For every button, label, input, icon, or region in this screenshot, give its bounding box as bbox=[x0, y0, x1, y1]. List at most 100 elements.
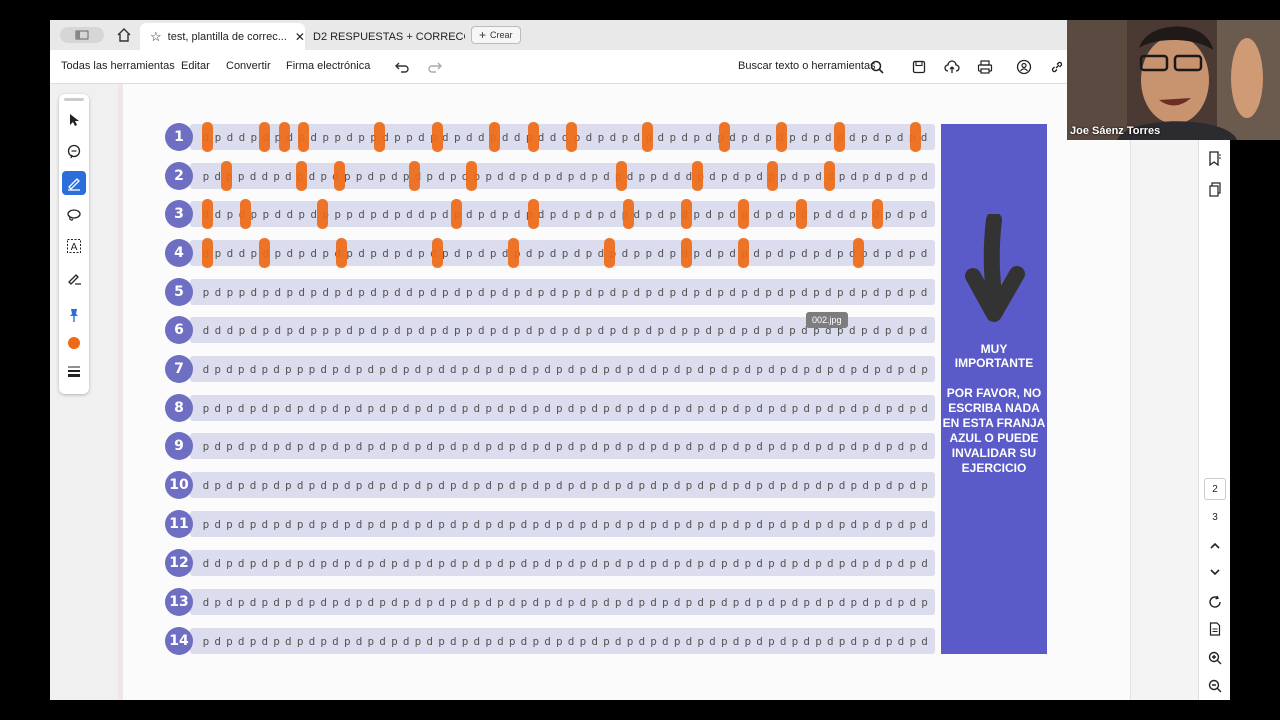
answer-letter: d bbox=[650, 478, 657, 492]
highlight-mark[interactable] bbox=[220, 161, 232, 191]
answer-letter: d bbox=[237, 556, 245, 570]
save-icon[interactable] bbox=[908, 56, 930, 78]
page-document-icon[interactable] bbox=[1205, 619, 1225, 639]
highlight-mark[interactable] bbox=[202, 122, 213, 152]
highlight-mark[interactable] bbox=[623, 199, 635, 229]
zoom-in-icon[interactable] bbox=[1205, 648, 1225, 668]
answer-letter: p bbox=[673, 517, 681, 531]
home-icon[interactable] bbox=[113, 24, 135, 46]
tab-plantilla[interactable]: ☆ test, plantilla de correc... ✕ bbox=[140, 23, 305, 50]
highlight-mark[interactable] bbox=[508, 238, 520, 268]
menu-esign[interactable]: Firma electrónica bbox=[286, 60, 370, 72]
signature-icon[interactable] bbox=[62, 266, 86, 290]
highlight-mark[interactable] bbox=[431, 238, 443, 268]
bookmark-icon[interactable] bbox=[1205, 149, 1225, 169]
highlight-mark[interactable] bbox=[297, 122, 309, 152]
highlight-mark[interactable] bbox=[296, 161, 308, 191]
pin-icon[interactable] bbox=[62, 303, 86, 327]
drag-handle[interactable] bbox=[64, 98, 84, 101]
highlight-mark[interactable] bbox=[767, 161, 779, 191]
undo-icon[interactable] bbox=[391, 56, 413, 78]
answer-letter: p bbox=[508, 401, 516, 415]
highlight-mark[interactable] bbox=[409, 161, 421, 191]
highlight-mark[interactable] bbox=[680, 238, 692, 268]
highlight-mark[interactable] bbox=[316, 199, 328, 229]
answer-letter: p bbox=[438, 517, 445, 531]
star-icon[interactable]: ☆ bbox=[150, 29, 162, 45]
highlight-mark[interactable] bbox=[240, 199, 252, 229]
highlight-mark[interactable] bbox=[336, 238, 348, 268]
refresh-icon[interactable] bbox=[1205, 592, 1225, 612]
answer-letter: d bbox=[591, 556, 598, 570]
highlight-mark[interactable] bbox=[278, 122, 290, 152]
link-icon[interactable] bbox=[1046, 56, 1068, 78]
highlight-mark[interactable] bbox=[259, 238, 271, 268]
stroke-width-icon[interactable] bbox=[62, 359, 86, 383]
highlight-mark[interactable] bbox=[604, 238, 616, 268]
comment-icon[interactable] bbox=[62, 140, 86, 164]
close-icon[interactable]: ✕ bbox=[295, 30, 305, 44]
share-person-icon[interactable] bbox=[1013, 56, 1035, 78]
highlight-mark[interactable] bbox=[333, 161, 345, 191]
highlight-mark[interactable] bbox=[738, 238, 750, 268]
answer-letter: d bbox=[473, 634, 481, 648]
highlight-mark[interactable] bbox=[795, 199, 807, 229]
highlight-mark[interactable] bbox=[833, 122, 845, 152]
select-cursor-icon[interactable] bbox=[62, 108, 86, 132]
print-icon[interactable] bbox=[974, 56, 996, 78]
page-thumb-3[interactable]: 3 bbox=[1204, 506, 1226, 528]
window-menu-button[interactable] bbox=[60, 27, 104, 43]
highlight-mark[interactable] bbox=[527, 122, 539, 152]
menu-convert[interactable]: Convertir bbox=[226, 60, 271, 72]
pages-icon[interactable] bbox=[1205, 180, 1225, 200]
answer-letter: d bbox=[367, 169, 375, 183]
highlight-mark[interactable] bbox=[718, 122, 730, 152]
answer-letter: d bbox=[391, 169, 398, 183]
highlight-mark[interactable] bbox=[738, 199, 750, 229]
answer-letter: p bbox=[709, 478, 716, 492]
search-icon[interactable] bbox=[866, 56, 888, 78]
highlight-mark[interactable] bbox=[853, 238, 865, 268]
tab-respuestas[interactable]: D2 RESPUESTAS + CORRECCI... bbox=[305, 23, 465, 50]
color-picker-swatch[interactable] bbox=[62, 331, 86, 355]
highlight-mark[interactable] bbox=[431, 122, 443, 152]
create-button[interactable]: + Crear bbox=[471, 26, 521, 44]
answer-letter: p bbox=[296, 517, 304, 531]
text-box-icon[interactable]: A bbox=[62, 234, 86, 258]
answer-letter: d bbox=[720, 362, 728, 376]
highlight-mark[interactable] bbox=[776, 122, 788, 152]
answer-letter: p bbox=[603, 439, 610, 453]
highlight-mark[interactable] bbox=[202, 199, 213, 229]
highlight-mark[interactable] bbox=[872, 199, 884, 229]
menu-edit[interactable]: Editar bbox=[181, 60, 210, 72]
lasso-icon[interactable] bbox=[62, 203, 86, 227]
redo-icon[interactable] bbox=[424, 56, 446, 78]
highlight-mark[interactable] bbox=[202, 238, 213, 268]
menu-all-tools[interactable]: Todas las herramientas bbox=[61, 60, 175, 72]
highlight-mark[interactable] bbox=[823, 161, 835, 191]
highlight-mark[interactable] bbox=[910, 122, 922, 152]
chevron-up-icon[interactable] bbox=[1205, 536, 1225, 556]
highlight-mark[interactable] bbox=[680, 199, 692, 229]
answer-letter: d bbox=[815, 169, 822, 183]
highlight-mark[interactable] bbox=[489, 122, 501, 152]
highlight-mark[interactable] bbox=[527, 199, 539, 229]
cloud-upload-icon[interactable] bbox=[941, 56, 963, 78]
answer-letter: p bbox=[908, 207, 916, 221]
search-tools-label[interactable]: Buscar texto o herramientas bbox=[738, 60, 876, 72]
highlight-mark[interactable] bbox=[642, 122, 654, 152]
highlight-mark[interactable] bbox=[450, 199, 462, 229]
answer-letter: p bbox=[508, 362, 516, 376]
answer-letter: p bbox=[638, 169, 646, 183]
answer-letter: p bbox=[884, 130, 892, 144]
highlight-mark[interactable] bbox=[374, 122, 386, 152]
highlight-mark[interactable] bbox=[465, 161, 477, 191]
highlight-pen-icon[interactable] bbox=[62, 171, 86, 195]
page-thumb-2[interactable]: 2 bbox=[1204, 478, 1226, 500]
chevron-down-icon[interactable] bbox=[1205, 562, 1225, 582]
highlight-mark[interactable] bbox=[616, 161, 628, 191]
highlight-mark[interactable] bbox=[259, 122, 271, 152]
highlight-mark[interactable] bbox=[565, 122, 577, 152]
highlight-mark[interactable] bbox=[691, 161, 703, 191]
zoom-out-icon[interactable] bbox=[1205, 676, 1225, 696]
